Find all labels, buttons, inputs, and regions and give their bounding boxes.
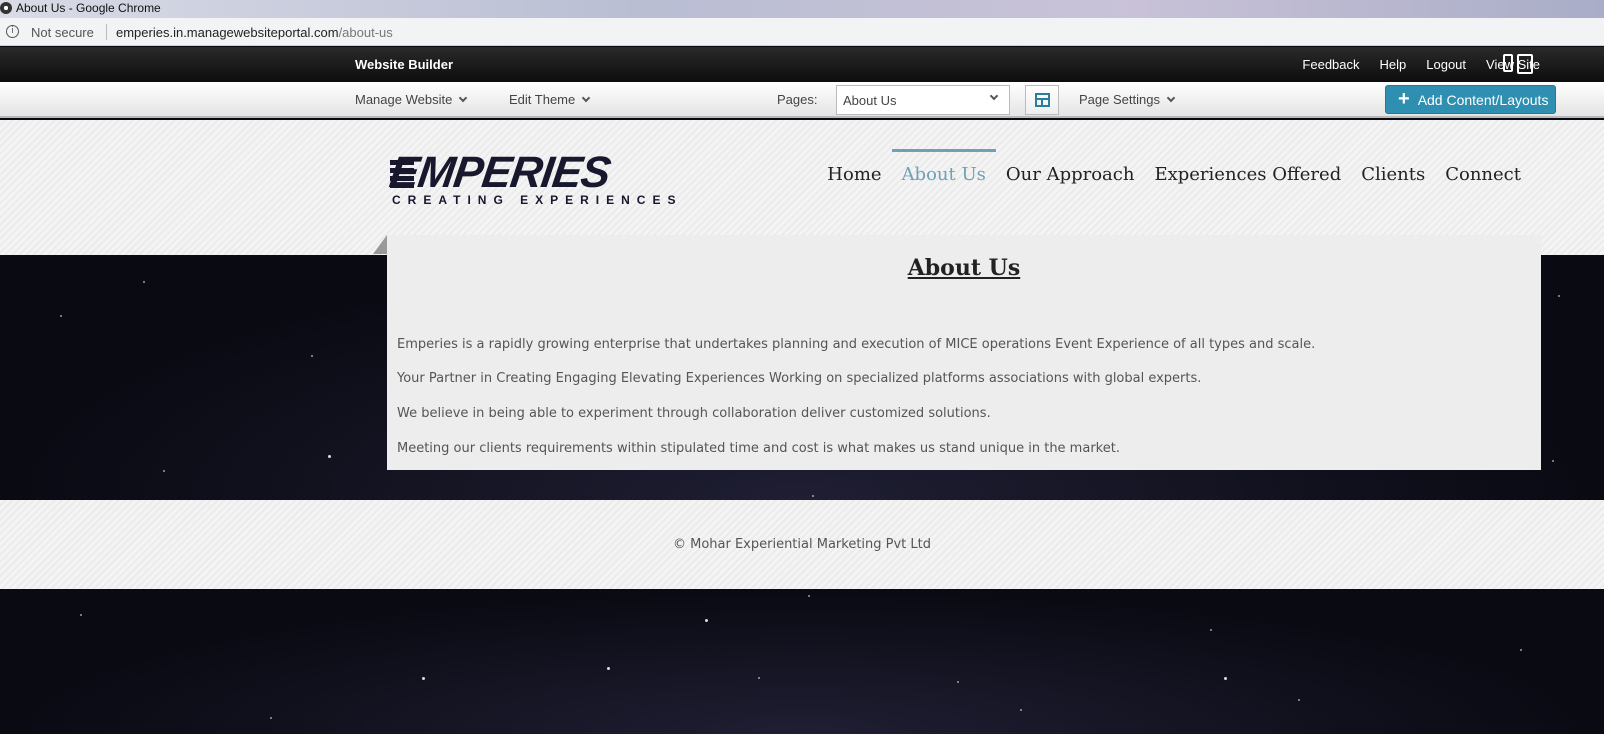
star (812, 495, 814, 497)
manage-website-label: Manage Website (355, 92, 453, 107)
star (422, 677, 425, 680)
manage-website-menu[interactable]: Manage Website (355, 92, 468, 107)
star (1020, 709, 1022, 711)
chrome-icon (0, 2, 12, 14)
star (808, 595, 810, 597)
mobile-icon[interactable] (1503, 54, 1513, 72)
about-content-card: About Us Emperies is a rapidly growing e… (387, 235, 1541, 470)
star (1558, 295, 1560, 297)
starfield-band (0, 589, 1604, 734)
star (60, 315, 62, 317)
star (1224, 677, 1227, 680)
chevron-down-icon (1166, 93, 1176, 102)
edit-theme-menu[interactable]: Edit Theme (509, 92, 591, 107)
url-path: /about-us (338, 25, 393, 40)
plus-icon: + (1398, 87, 1410, 110)
logo-tagline: CREATING EXPERIENCES (392, 193, 683, 207)
nav-connect[interactable]: Connect (1435, 164, 1531, 185)
security-label[interactable]: Not secure (31, 25, 94, 40)
url-text[interactable]: emperies.in.managewebsiteportal.com/abou… (116, 25, 393, 40)
star (1520, 649, 1522, 651)
window-titlebar: About Us - Google Chrome (0, 0, 1604, 18)
star (1210, 629, 1212, 631)
builder-toolbar: Manage Website Edit Theme Pages: About U… (0, 82, 1604, 118)
builder-brand: Website Builder (355, 57, 454, 72)
star (311, 355, 313, 357)
nav-our-approach[interactable]: Our Approach (996, 164, 1145, 185)
nav-home[interactable]: Home (817, 164, 891, 185)
chevron-down-icon (989, 91, 999, 101)
builder-topbar: Website Builder Feedback Help Logout Vie… (0, 47, 1604, 82)
footer-copyright: © Mohar Experiential Marketing Pvt Ltd (672, 537, 932, 552)
star (1298, 699, 1300, 701)
logout-link[interactable]: Logout (1426, 57, 1466, 72)
page-title: About Us (907, 255, 1021, 281)
about-paragraph: Meeting our clients requirements within … (397, 441, 1120, 456)
star (143, 281, 145, 283)
nav-clients[interactable]: Clients (1351, 164, 1435, 185)
address-bar[interactable]: i Not secure emperies.in.managewebsitepo… (0, 18, 1604, 46)
nav-experiences-offered[interactable]: Experiences Offered (1144, 164, 1351, 185)
star (163, 470, 165, 472)
layout-icon (1035, 93, 1050, 107)
address-separator (106, 24, 107, 40)
pages-selected-value: About Us (843, 93, 897, 108)
edit-theme-label: Edit Theme (509, 92, 576, 107)
about-paragraph: Emperies is a rapidly growing enterprise… (397, 337, 1316, 352)
nav-about-us[interactable]: About Us (891, 149, 997, 185)
site-nav: Home About Us Our Approach Experiences O… (817, 149, 1531, 185)
window-title: About Us - Google Chrome (16, 1, 161, 15)
info-icon[interactable]: i (6, 25, 19, 38)
star (1552, 460, 1554, 462)
star (328, 455, 331, 458)
star (705, 619, 708, 622)
page-settings-label: Page Settings (1079, 92, 1160, 107)
chevron-down-icon (459, 93, 468, 102)
page-settings-menu[interactable]: Page Settings (1079, 92, 1176, 107)
device-preview-toggle (1503, 54, 1533, 74)
page-layout-button[interactable] (1025, 85, 1059, 115)
add-content-button[interactable]: + Add Content/Layouts (1385, 85, 1556, 114)
help-link[interactable]: Help (1380, 57, 1407, 72)
card-fold-corner (373, 235, 387, 254)
star (758, 677, 760, 679)
chevron-down-icon (582, 93, 591, 102)
add-content-label: Add Content/Layouts (1417, 91, 1549, 108)
site-footer: © Mohar Experiential Marketing Pvt Ltd (0, 500, 1604, 589)
star (270, 717, 272, 719)
url-host: emperies.in.managewebsiteportal.com (116, 25, 339, 40)
tablet-icon[interactable] (1517, 54, 1533, 74)
feedback-link[interactable]: Feedback (1302, 57, 1359, 72)
logo-wordmark: EMPERIES (386, 148, 613, 197)
about-paragraph: We believe in being able to experiment t… (397, 406, 991, 421)
star (957, 681, 959, 683)
pages-select[interactable]: About Us (836, 85, 1010, 115)
site-logo[interactable]: EMPERIES CREATING EXPERIENCES (386, 148, 676, 210)
star (607, 667, 610, 670)
about-paragraph: Your Partner in Creating Engaging Elevat… (397, 371, 1202, 386)
pages-label: Pages: (777, 92, 818, 107)
star (80, 614, 82, 616)
